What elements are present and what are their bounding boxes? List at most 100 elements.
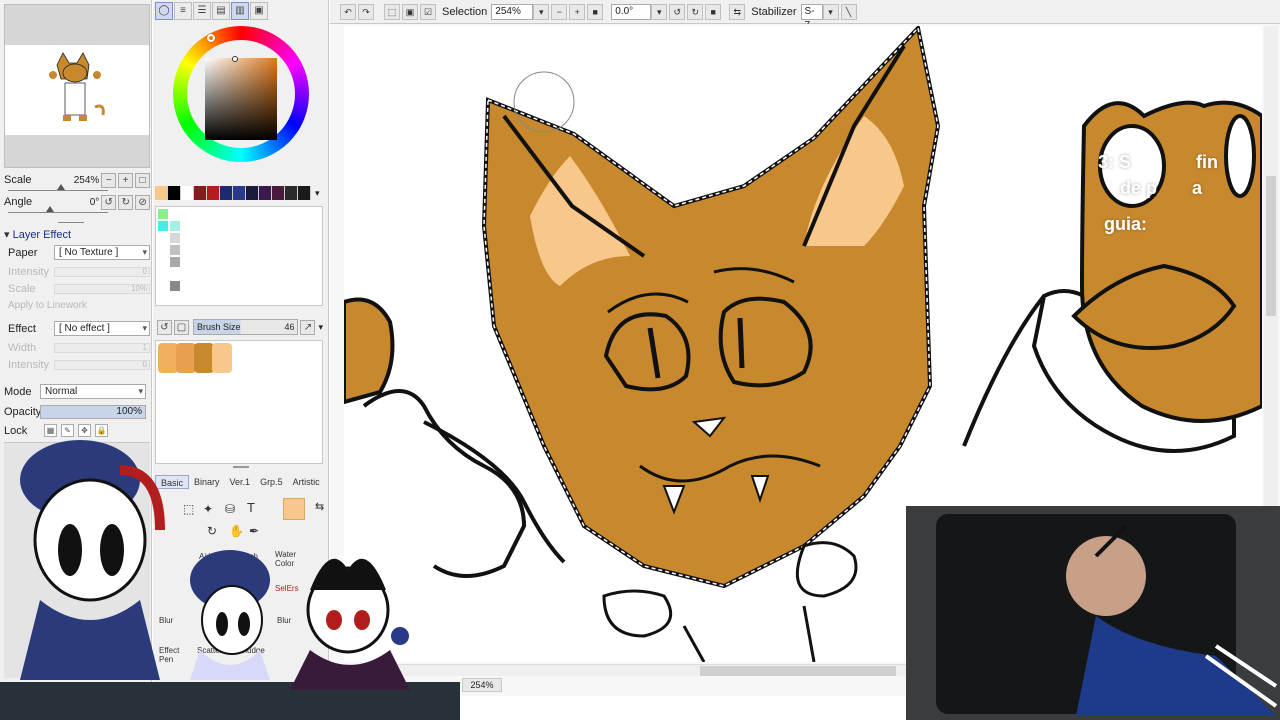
palette-swatch[interactable] (207, 186, 220, 200)
hsv-slider-mode-icon[interactable]: ☰ (193, 2, 211, 20)
splitter-handle[interactable] (58, 222, 84, 223)
rgb-slider-mode-icon[interactable]: ≡ (174, 2, 192, 20)
palette-swatch[interactable] (285, 186, 298, 200)
zoom-dropdown-icon[interactable]: ▾ (533, 3, 550, 20)
mascot-overlay (20, 440, 410, 690)
overlay-text-line2b: a (1192, 178, 1203, 198)
palette-swatch[interactable] (246, 186, 259, 200)
zoom-out-button[interactable]: − (101, 172, 117, 188)
user-swatch[interactable] (170, 281, 180, 291)
paper-select[interactable]: [ No Texture ] (54, 245, 150, 260)
palette-swatch[interactable] (259, 186, 272, 200)
angle-slider[interactable] (8, 212, 108, 213)
intensity-slider[interactable]: 0 (54, 266, 150, 277)
zoom-reset-button[interactable]: □ (135, 172, 150, 188)
undo-icon[interactable]: ↶ (340, 3, 356, 20)
navigator-preview[interactable] (5, 45, 149, 135)
brush-menu-icon[interactable]: ▾ (318, 322, 323, 333)
layer-effect-title[interactable]: Layer Effect (4, 228, 72, 241)
effect-label: Effect (8, 322, 36, 335)
width-row: Width 1 (8, 339, 150, 356)
paper-scale-label: Scale (8, 282, 36, 295)
opacity-label: Opacity (4, 405, 42, 418)
user-swatch[interactable] (170, 233, 180, 243)
brush-size-bar: ↺ ▢ Brush Size 46 ↗ ▾ (155, 318, 323, 336)
mode-row: Mode Normal (4, 383, 146, 400)
flip-horizontal-icon[interactable]: ⇆ (729, 3, 746, 20)
user-swatch[interactable] (158, 221, 168, 231)
palette-swatch[interactable] (168, 186, 181, 200)
palette-swatch[interactable] (272, 186, 285, 200)
palette-swatch[interactable] (194, 186, 207, 200)
palette-bar[interactable] (155, 186, 311, 200)
swatches-mode-icon[interactable]: ▤ (212, 2, 230, 20)
stabilizer-dropdown-icon[interactable]: ▾ (822, 3, 839, 20)
scale-value[interactable]: 254% (44, 175, 100, 186)
hue-cursor[interactable] (207, 34, 215, 42)
user-swatch-mode-icon[interactable]: ▣ (250, 2, 268, 20)
intensity2-label: Intensity (8, 358, 49, 371)
navigator-panel[interactable] (4, 4, 150, 168)
angle-row: Angle 0° ↺ ↻ ⊘ (4, 193, 150, 211)
angle-slider-knob[interactable] (46, 206, 54, 212)
paper-row: Paper [ No Texture ] (8, 244, 150, 261)
apply-linework-checkbox[interactable]: Apply to Linework (8, 300, 87, 311)
palette-swatch[interactable] (181, 186, 194, 200)
rotate-cw-icon[interactable]: ↻ (687, 3, 704, 20)
vertical-scroll-thumb[interactable] (1266, 176, 1276, 316)
rotate-reset-button[interactable]: ⊘ (135, 194, 150, 210)
selection-visibility-icon[interactable]: ☑ (420, 3, 436, 20)
user-swatch[interactable] (170, 257, 180, 267)
stabilizer-field[interactable]: S-7 (800, 3, 823, 31)
deselect-icon[interactable]: ⬚ (384, 3, 400, 20)
intensity2-slider[interactable]: 0 (54, 359, 150, 370)
rotate-ccw-icon[interactable]: ↺ (669, 3, 686, 20)
paper-scale-slider[interactable]: 10% (54, 283, 150, 294)
horizontal-scroll-thumb[interactable] (700, 666, 896, 676)
scale-slider-knob[interactable] (57, 184, 65, 190)
brush-option-icon[interactable]: ↗ (300, 319, 316, 335)
opacity-slider[interactable]: 100% (40, 404, 146, 419)
effect-select[interactable]: [ No effect ] (54, 321, 150, 336)
user-swatch-grid (158, 209, 180, 291)
canvas-zoom-label: 254% (462, 678, 502, 692)
invert-selection-icon[interactable]: ▣ (402, 3, 418, 20)
overlay-text-line2: de p (1120, 178, 1158, 198)
saturation-value-square[interactable] (205, 56, 277, 140)
brush-size-slider[interactable]: Brush Size 46 (193, 319, 299, 335)
rotation-dropdown-icon[interactable]: ▾ (651, 3, 668, 20)
user-swatch[interactable] (170, 221, 180, 231)
brush-reset-icon[interactable]: ↺ (157, 319, 172, 335)
palette-menu-icon[interactable]: ▾ (315, 188, 320, 199)
palette-swatch[interactable] (233, 186, 246, 200)
zoom-field[interactable]: 254% (491, 3, 534, 20)
user-swatches[interactable] (155, 206, 323, 306)
width-slider[interactable]: 1 (54, 342, 150, 353)
palette-swatch[interactable] (298, 186, 311, 200)
zoom-out-icon[interactable]: − (551, 3, 568, 20)
palette-swatch[interactable] (220, 186, 233, 200)
scratchpad-mode-icon[interactable]: ▥ (231, 2, 249, 20)
stabilizer-label: Stabilizer (751, 5, 797, 18)
zoom-in-button[interactable]: + (118, 172, 134, 188)
palette-swatch[interactable] (155, 186, 168, 200)
zoom-fit-icon[interactable]: ■ (587, 3, 604, 20)
zoom-in-icon[interactable]: + (569, 3, 586, 20)
brush-preset-icon[interactable]: ▢ (174, 319, 189, 335)
user-swatch[interactable] (158, 209, 168, 219)
mode-label: Mode (4, 385, 32, 398)
effect-row: Effect [ No effect ] (8, 320, 150, 337)
color-wheel-mode-icon[interactable]: ◯ (155, 2, 173, 20)
rotation-field[interactable]: 0.0° (611, 3, 652, 20)
rotate-reset-toolbar-icon[interactable]: ■ (705, 3, 722, 20)
scale-label: Scale (4, 174, 32, 186)
navigator-thumbnail (49, 51, 105, 127)
sv-cursor[interactable] (232, 56, 238, 62)
rotate-right-button[interactable]: ↻ (118, 194, 134, 210)
rotate-left-button[interactable]: ↺ (101, 194, 117, 210)
blend-mode-select[interactable]: Normal (40, 384, 146, 399)
line-tool-icon[interactable]: ╲ (840, 3, 857, 20)
user-swatch[interactable] (170, 245, 180, 255)
scale-slider[interactable] (8, 190, 108, 191)
redo-icon[interactable]: ↷ (358, 3, 374, 20)
